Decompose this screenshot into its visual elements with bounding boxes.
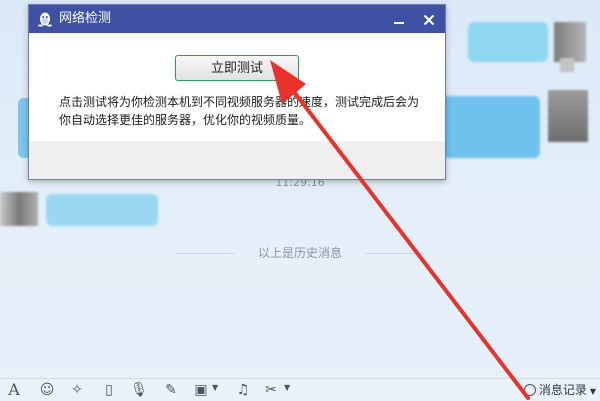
- chevron-down-icon[interactable]: ▼: [284, 383, 290, 392]
- chevron-down-icon[interactable]: ▼: [212, 383, 218, 392]
- close-icon[interactable]: [415, 5, 443, 33]
- magic-icon[interactable]: ✧: [68, 381, 86, 399]
- blurred-avatar: [554, 22, 586, 62]
- dialog-titlebar[interactable]: 网络检测: [29, 5, 445, 33]
- dialog-body: 立即测试 点击测试将为你检测本机到不同视频服务器的速度，测试完成后会为你自动选择…: [29, 33, 445, 141]
- clock-icon: [523, 384, 536, 396]
- font-icon[interactable]: A: [5, 381, 23, 399]
- blurred-message-bubble: [468, 22, 548, 62]
- image-icon[interactable]: ▣: [192, 381, 210, 399]
- minimize-icon[interactable]: [385, 5, 413, 33]
- input-toolbar: A ☺ ✧ ▯ 🎙︎ ✎ ▣ ▼ ♫ ✂ ▼ 消息记录 ▼: [0, 378, 600, 401]
- blurred-message-bubble: [440, 96, 540, 158]
- message-history-button[interactable]: 消息记录 ▼: [523, 381, 596, 399]
- dialog-footer: [29, 141, 445, 179]
- chevron-down-icon: ▼: [589, 387, 596, 396]
- dialog-description: 点击测试将为你检测本机到不同视频服务器的速度，测试完成后会为你自动选择更佳的服务…: [59, 95, 420, 127]
- emoji-icon[interactable]: ☺: [38, 381, 56, 399]
- start-test-button[interactable]: 立即测试: [175, 55, 299, 81]
- dialog-title: 网络检测: [59, 11, 112, 26]
- blurred-avatar: [560, 58, 574, 72]
- network-test-dialog: 网络检测 立即测试 点击测试将为你检测本机到不同视频服务器的速度，测试完成后会为…: [28, 4, 446, 180]
- blurred-avatar: [0, 192, 38, 226]
- message-history-label: 消息记录: [538, 383, 587, 397]
- history-divider-label: 以上是历史消息: [257, 246, 342, 260]
- history-divider: 以上是历史消息: [0, 245, 600, 261]
- blurred-message-bubble: [46, 194, 158, 226]
- scissors-icon[interactable]: ✂: [262, 381, 280, 399]
- music-icon[interactable]: ♫: [234, 381, 252, 399]
- voice-icon[interactable]: 🎙︎: [130, 381, 148, 399]
- qq-penguin-icon: [38, 12, 52, 27]
- blurred-avatar: [548, 90, 588, 142]
- edit-icon[interactable]: ✎: [162, 381, 180, 399]
- shake-icon[interactable]: ▯: [100, 381, 118, 399]
